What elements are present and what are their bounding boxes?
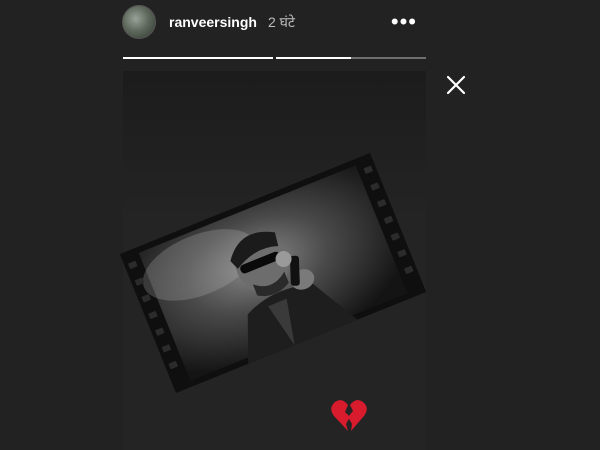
story-header: ranveersingh 2 घंटे ••• xyxy=(122,4,427,40)
story-progress xyxy=(123,57,426,59)
post-time: 2 घंटे xyxy=(267,13,295,30)
progress-segment-1 xyxy=(123,57,273,59)
username[interactable]: ranveersingh xyxy=(169,14,257,30)
progress-fill-2 xyxy=(276,57,351,59)
close-icon[interactable] xyxy=(444,73,468,97)
progress-segment-2 xyxy=(276,57,426,59)
more-options-icon[interactable]: ••• xyxy=(391,11,417,33)
progress-fill-1 xyxy=(123,57,273,59)
avatar[interactable] xyxy=(122,5,156,39)
broken-heart-icon xyxy=(331,400,367,431)
